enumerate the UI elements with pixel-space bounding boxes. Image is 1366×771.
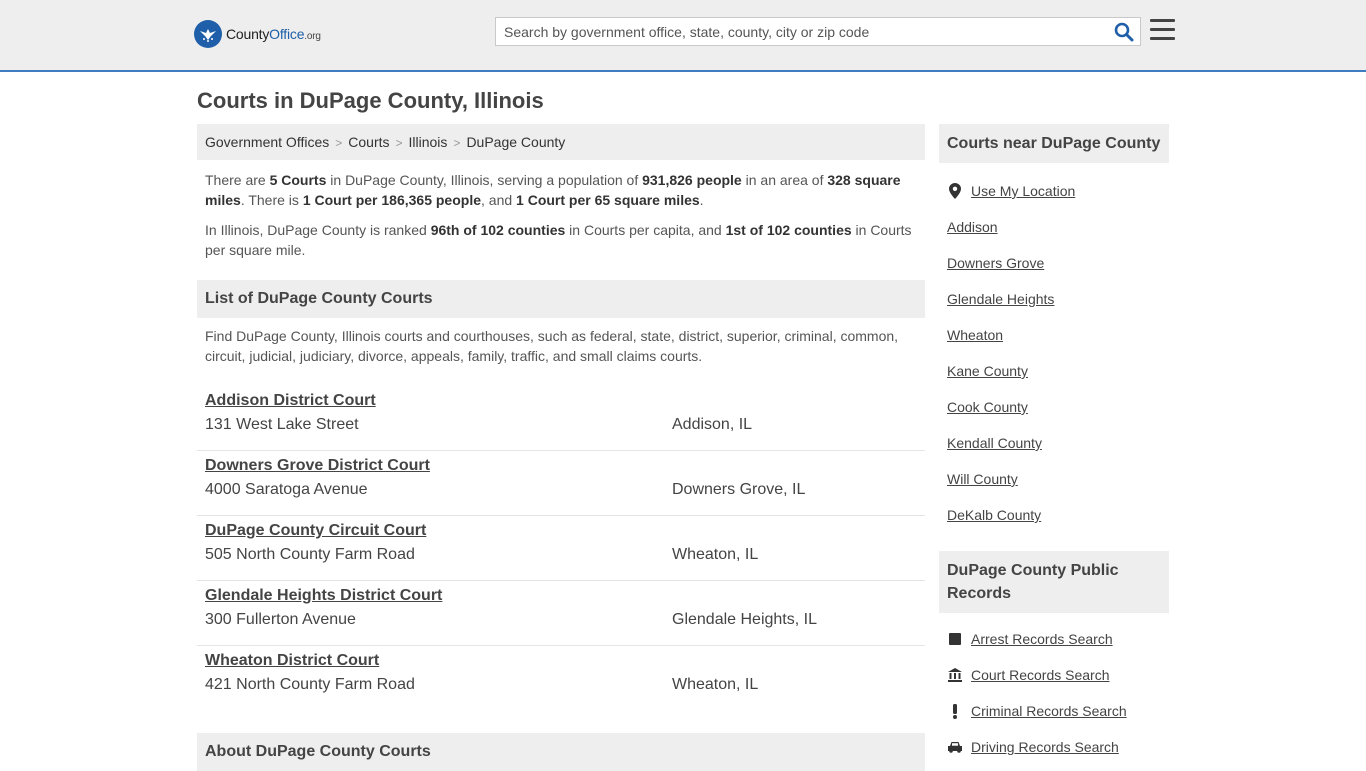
sidebar-item-arrest-records: Arrest Records Search [947,621,1161,657]
court-city: Glendale Heights, IL [672,611,817,628]
records-link[interactable]: Court Records Search [971,667,1110,683]
chevron-right-icon: > [335,136,343,150]
nearby-link[interactable]: Addison [947,219,998,235]
nearby-courts-heading: Courts near DuPage County [939,124,1169,163]
court-address: 300 Fullerton Avenue [205,611,356,628]
court-city: Wheaton, IL [672,546,759,563]
page-title: Courts in DuPage County, Illinois [197,88,544,113]
courthouse-icon [947,667,963,683]
court-link[interactable]: DuPage County Circuit Court [205,522,426,539]
court-link[interactable]: Addison District Court [205,392,376,409]
square-icon [947,631,963,647]
sidebar-item-cook-county: Cook County [947,389,1161,425]
sidebar-item-kendall-county: Kendall County [947,425,1161,461]
records-link[interactable]: Driving Records Search [971,739,1119,755]
sidebar-item-kane-county: Kane County [947,353,1161,389]
court-address: 4000 Saratoga Avenue [205,481,368,498]
courts-description: Find DuPage County, Illinois courts and … [205,328,899,364]
site-header: CountyOffice.org [0,0,1366,72]
breadcrumb-government-offices[interactable]: Government Offices [205,134,329,150]
breadcrumb-dupage-county[interactable]: DuPage County [466,134,565,150]
search-box [495,17,1141,46]
about-courts-heading: About DuPage County Courts [197,733,925,771]
search-input[interactable] [496,18,1106,45]
courts-list: Addison District Court 131 West Lake Str… [197,386,925,711]
car-icon [947,739,963,755]
nearby-link[interactable]: Kane County [947,363,1028,379]
breadcrumb: Government Offices > Courts > Illinois > DuPag… [197,124,925,160]
ranking-paragraph: In Illinois, DuPage County is ranked 96t… [205,222,912,258]
nearby-link[interactable]: Glendale Heights [947,291,1054,307]
courts-list-heading: List of DuPage County Courts [197,280,925,318]
chevron-right-icon: > [453,136,461,150]
court-address: 505 North County Farm Road [205,546,415,563]
breadcrumb-illinois[interactable]: Illinois [409,134,448,150]
site-logo[interactable]: CountyOffice.org [194,20,321,48]
sidebar-item-criminal-records: Criminal Records Search [947,693,1161,729]
court-link[interactable]: Glendale Heights District Court [205,587,442,604]
records-list: Arrest Records Search Court Records Sear… [939,621,1169,765]
sidebar-item-glendale-heights: Glendale Heights [947,281,1161,317]
sidebar-item-wheaton: Wheaton [947,317,1161,353]
sidebar-item-driving-records: Driving Records Search [947,729,1161,765]
court-link[interactable]: Downers Grove District Court [205,457,430,474]
records-link[interactable]: Criminal Records Search [971,703,1127,719]
court-city: Downers Grove, IL [672,481,806,498]
map-pin-icon [947,183,963,199]
public-records-heading: DuPage County Public Records [939,551,1169,613]
court-address: 421 North County Farm Road [205,676,415,693]
use-my-location-link[interactable]: Use My Location [971,183,1075,199]
nearby-link[interactable]: Will County [947,471,1018,487]
court-city: Wheaton, IL [672,676,759,693]
main-content: Government Offices > Courts > Illinois > DuPag… [197,124,925,711]
sidebar-item-use-location: Use My Location [947,173,1161,209]
breadcrumb-courts[interactable]: Courts [348,134,389,150]
logo-text: CountyOffice.org [226,26,321,42]
nearby-link[interactable]: Cook County [947,399,1028,415]
list-item: Glendale Heights District Court 300 Full… [197,581,925,646]
list-item: Addison District Court 131 West Lake Str… [197,386,925,451]
list-item: DuPage County Circuit Court 505 North Co… [197,516,925,581]
nearby-link[interactable]: Downers Grove [947,255,1044,271]
court-link[interactable]: Wheaton District Court [205,652,379,669]
nearby-link[interactable]: Wheaton [947,327,1003,343]
sidebar: Courts near DuPage County Use My Locatio… [939,124,1169,765]
nearby-link[interactable]: DeKalb County [947,507,1041,523]
nearby-link[interactable]: Kendall County [947,435,1042,451]
summary-paragraph: There are 5 Courts in DuPage County, Ill… [205,172,901,208]
exclamation-icon [947,703,963,719]
sidebar-item-downers-grove: Downers Grove [947,245,1161,281]
search-icon[interactable] [1114,22,1134,42]
sidebar-item-dekalb-county: DeKalb County [947,497,1161,533]
hamburger-menu-icon[interactable] [1150,19,1175,41]
sidebar-item-addison: Addison [947,209,1161,245]
records-link[interactable]: Arrest Records Search [971,631,1113,647]
sidebar-item-will-county: Will County [947,461,1161,497]
eagle-logo-icon [194,20,222,48]
list-item: Downers Grove District Court 4000 Sarato… [197,451,925,516]
court-city: Addison, IL [672,416,753,433]
nearby-list: Use My Location Addison Downers Grove Gl… [939,173,1169,533]
chevron-right-icon: > [395,136,403,150]
sidebar-item-court-records: Court Records Search [947,657,1161,693]
court-address: 131 West Lake Street [205,416,359,433]
list-item: Wheaton District Court 421 North County … [197,646,925,711]
